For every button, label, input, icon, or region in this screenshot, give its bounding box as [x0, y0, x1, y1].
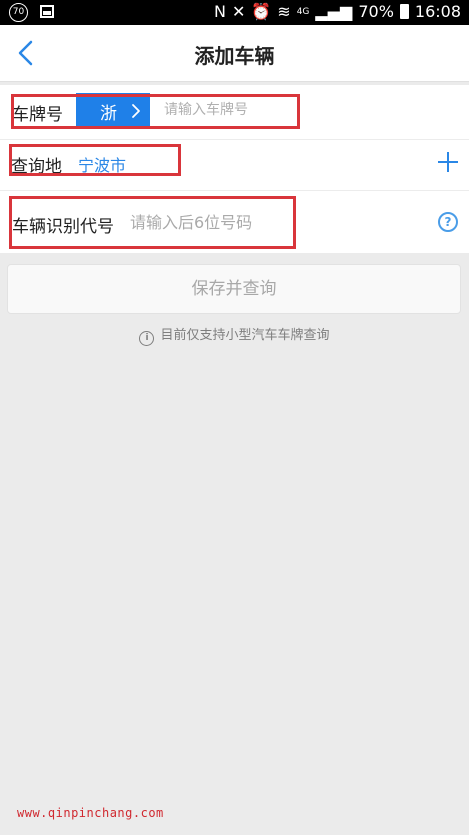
clock: 16:08: [414, 2, 461, 21]
image-notification-icon: [40, 5, 54, 18]
wifi-icon: ≋: [277, 2, 291, 21]
alarm-icon: ⏰: [251, 2, 272, 21]
chevron-right-icon: [132, 104, 140, 118]
add-city-button[interactable]: [436, 150, 460, 174]
nfc-icon: N: [214, 2, 226, 21]
query-city-row: 查询地 宁波市: [0, 140, 469, 191]
page-title: 添加车辆: [194, 44, 275, 68]
vin-label: 车辆识别代号: [12, 217, 114, 237]
notification-badge: 70: [9, 3, 28, 22]
support-notice: i 目前仅支持小型汽车车牌查询: [0, 324, 469, 346]
signal-icon: ▂▄▆: [315, 2, 353, 21]
query-city-label: 查询地: [11, 157, 62, 177]
question-circle-icon[interactable]: ?: [438, 212, 458, 232]
vin-row: 车辆识别代号: [0, 191, 469, 253]
status-bar: 70 N ✕ ⏰ ≋ 4G ▂▄▆ 70% 16:08: [0, 0, 469, 25]
query-city-value[interactable]: 宁波市: [78, 152, 126, 176]
info-icon: i: [139, 331, 155, 346]
save-and-query-button[interactable]: 保存并查询: [7, 264, 461, 314]
mute-icon: ✕: [231, 2, 246, 21]
province-selector[interactable]: 浙: [76, 93, 150, 127]
province-value: 浙: [100, 104, 117, 124]
network-type: 4G: [296, 6, 310, 17]
plate-number-input[interactable]: [164, 97, 294, 123]
battery-icon: [399, 4, 409, 19]
battery-percent: 70%: [358, 2, 394, 21]
vin-input[interactable]: [130, 208, 310, 236]
watermark: www.qinpinchang.com: [17, 806, 164, 820]
support-notice-text: 目前仅支持小型汽车车牌查询: [160, 328, 330, 343]
plate-label: 车牌号: [12, 105, 63, 125]
plus-icon: [438, 152, 458, 172]
status-icons: N ✕ ⏰ ≋ 4G ▂▄▆ 70% 16:08: [214, 2, 461, 21]
plate-row: 车牌号 浙: [0, 85, 469, 140]
app-header: 添加车辆: [0, 25, 469, 82]
